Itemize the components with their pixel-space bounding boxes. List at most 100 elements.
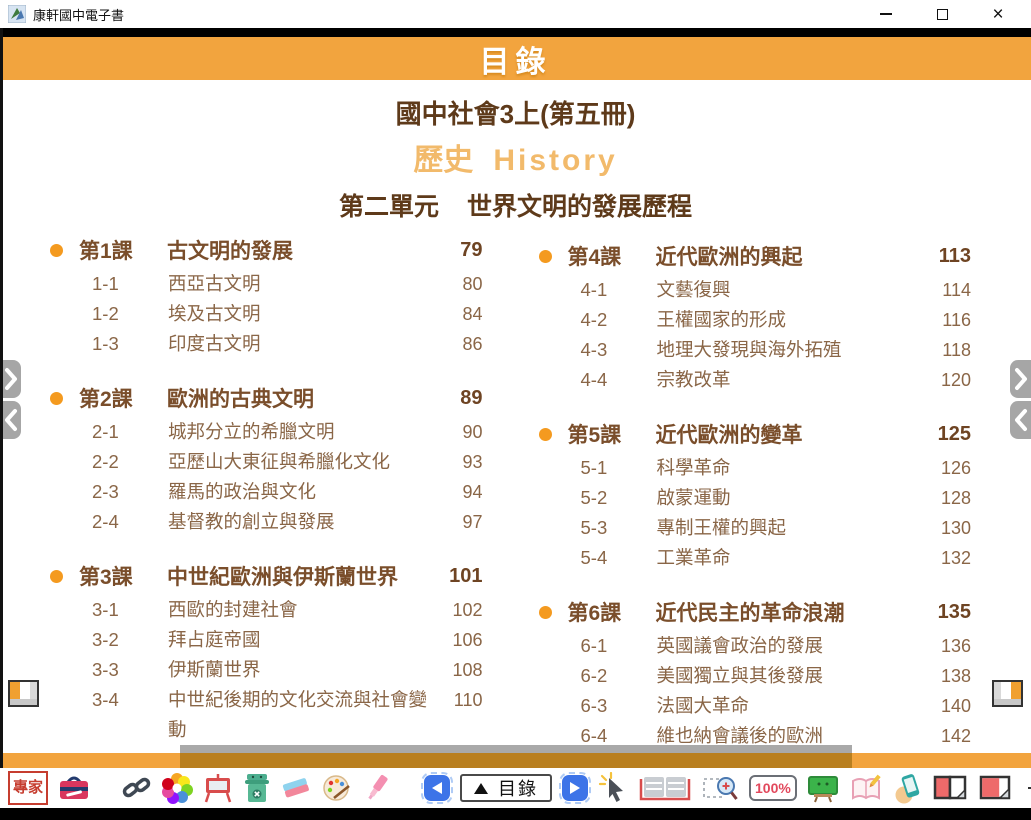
side-nav-back-button[interactable]	[1010, 401, 1031, 439]
sub-row[interactable]: 5-2 啟蒙運動 128	[539, 483, 972, 513]
open-book-button[interactable]	[637, 771, 693, 805]
side-nav-back-button[interactable]	[0, 401, 21, 439]
sub-number: 3-3	[92, 655, 142, 685]
unit-title: 世界文明的發展歷程	[467, 193, 692, 221]
notebook-button[interactable]	[849, 771, 883, 805]
sub-row[interactable]: 4-2 王權國家的形成 116	[539, 305, 972, 335]
expert-mode-button[interactable]: 專家	[8, 771, 48, 805]
sub-row[interactable]: 3-2 拜占庭帝國 106	[50, 625, 483, 655]
lesson-row[interactable]: 第4課 近代歐洲的興起 113	[539, 241, 972, 271]
sub-row[interactable]: 2-2 亞歷山大東征與希臘化文化 93	[50, 447, 483, 477]
sub-row[interactable]: 4-3 地理大發現與海外拓殖 118	[539, 335, 972, 365]
sub-title: 伊斯蘭世界	[168, 655, 439, 685]
page-selector[interactable]: 目錄	[460, 771, 552, 805]
scrollbar-track	[180, 753, 852, 768]
sub-row[interactable]: 3-1 西歐的封建社會 102	[50, 595, 483, 625]
sub-row[interactable]: 6-3 法國大革命 140	[539, 691, 972, 721]
link-icon	[122, 773, 152, 803]
page-title: 目錄	[480, 37, 552, 81]
lesson-title: 近代歐洲的興起	[656, 241, 926, 271]
sub-row[interactable]: 1-1 西亞古文明 80	[50, 269, 483, 299]
chevron-right-icon	[4, 366, 18, 392]
maximize-button[interactable]	[931, 4, 953, 24]
lesson-title: 中世紀歐洲與伊斯蘭世界	[167, 561, 437, 591]
zoom-select-button[interactable]	[702, 771, 740, 805]
page-corner-right-button[interactable]	[992, 680, 1023, 707]
sub-row[interactable]: 2-4 基督教的創立與發展 97	[50, 507, 483, 537]
sub-page: 106	[439, 625, 483, 655]
sub-page: 118	[927, 335, 971, 365]
sub-row[interactable]: 4-4 宗教改革 120	[539, 365, 972, 395]
unit-heading: 第二單元世界文明的發展歷程	[0, 187, 1031, 223]
sub-title: 工業革命	[657, 543, 928, 573]
sub-page: 116	[927, 305, 971, 335]
sub-row[interactable]: 1-2 埃及古文明 84	[50, 299, 483, 329]
sub-row[interactable]: 6-2 美國獨立與其後發展 138	[539, 661, 972, 691]
chalkboard-button[interactable]	[806, 771, 840, 805]
zoom-level-button[interactable]: 100%	[749, 771, 797, 805]
lesson-title: 近代民主的革命浪潮	[656, 597, 926, 627]
sub-row[interactable]: 6-1 英國議會政治的發展 136	[539, 631, 972, 661]
lesson-row[interactable]: 第6課 近代民主的革命浪潮 135	[539, 597, 972, 627]
page-corner-left-button[interactable]	[8, 680, 39, 707]
lesson-page: 125	[925, 423, 971, 446]
sub-page: 97	[439, 507, 483, 537]
sub-row[interactable]: 6-4 維也納會議後的歐洲 142	[539, 721, 972, 745]
zoom-magnifier-icon	[702, 773, 740, 803]
subject-zh: 歷史	[413, 144, 473, 177]
palette-button[interactable]	[321, 771, 353, 805]
chalkboard-icon	[806, 773, 840, 803]
lesson-row[interactable]: 第5課 近代歐洲的變革 125	[539, 419, 972, 449]
app-logo-icon	[8, 5, 26, 23]
sub-row[interactable]: 5-1 科學革命 126	[539, 453, 972, 483]
sub-number: 1-2	[92, 299, 142, 329]
close-button[interactable]: ×	[987, 4, 1009, 24]
sub-row[interactable]: 5-3 專制王權的興起 130	[539, 513, 972, 543]
sub-page: 142	[927, 721, 971, 745]
easel-button[interactable]	[202, 771, 234, 805]
sub-row[interactable]: 3-3 伊斯蘭世界 108	[50, 655, 483, 685]
sub-title: 地理大發現與海外拓殖	[657, 335, 928, 365]
previous-page-button[interactable]	[423, 771, 451, 805]
pinwheel-button[interactable]	[161, 771, 193, 805]
ebook-page: 國中社會3上(第五冊) 歷史History 第二單元世界文明的發展歷程 第1課 …	[0, 80, 1031, 745]
horizontal-scrollbar[interactable]	[180, 745, 852, 753]
lesson-number: 第4課	[568, 241, 640, 271]
sub-number: 6-3	[581, 691, 631, 721]
side-nav-forward-button[interactable]	[1010, 360, 1031, 398]
link-button[interactable]	[122, 771, 152, 805]
bottom-toolbar: 專家	[0, 768, 1031, 808]
lesson-title: 古文明的發展	[167, 235, 437, 265]
single-page-view-button[interactable]	[978, 771, 1012, 805]
sub-row[interactable]: 5-4 工業革命 132	[539, 543, 972, 573]
titlebar: 康軒國中電子書 ×	[0, 0, 1031, 28]
toolbox-button[interactable]	[57, 771, 91, 805]
bullet-icon	[539, 428, 552, 441]
marker-button[interactable]	[362, 771, 392, 805]
sub-row[interactable]: 3-4 中世紀後期的文化交流與社會變動 110	[50, 685, 483, 745]
sub-row[interactable]: 2-1 城邦分立的希臘文明 90	[50, 417, 483, 447]
trash-button[interactable]	[243, 771, 271, 805]
toolbar-minimize-button[interactable]	[1021, 771, 1031, 805]
minimize-button[interactable]	[875, 4, 897, 24]
bullet-icon	[539, 606, 552, 619]
mobile-device-button[interactable]	[892, 771, 924, 805]
sub-row[interactable]: 4-1 文藝復興 114	[539, 275, 972, 305]
sub-number: 3-4	[92, 685, 142, 715]
lesson-number: 第1課	[79, 235, 151, 265]
sub-number: 6-2	[581, 661, 631, 691]
dual-page-view-button[interactable]	[933, 771, 969, 805]
eraser-button[interactable]	[280, 771, 312, 805]
next-page-button[interactable]	[561, 771, 589, 805]
side-nav-forward-button[interactable]	[0, 360, 21, 398]
lesson-row[interactable]: 第2課 歐洲的古典文明 89	[50, 383, 483, 413]
lesson-number: 第2課	[79, 383, 151, 413]
sub-row[interactable]: 2-3 羅馬的政治與文化 94	[50, 477, 483, 507]
sub-row[interactable]: 1-3 印度古文明 86	[50, 329, 483, 359]
cursor-tool-button[interactable]	[598, 771, 628, 805]
triangle-up-icon	[474, 783, 488, 794]
window-title: 康軒國中電子書	[33, 5, 124, 24]
sub-number: 4-3	[581, 335, 631, 365]
lesson-row[interactable]: 第3課 中世紀歐洲與伊斯蘭世界 101	[50, 561, 483, 591]
lesson-row[interactable]: 第1課 古文明的發展 79	[50, 235, 483, 265]
